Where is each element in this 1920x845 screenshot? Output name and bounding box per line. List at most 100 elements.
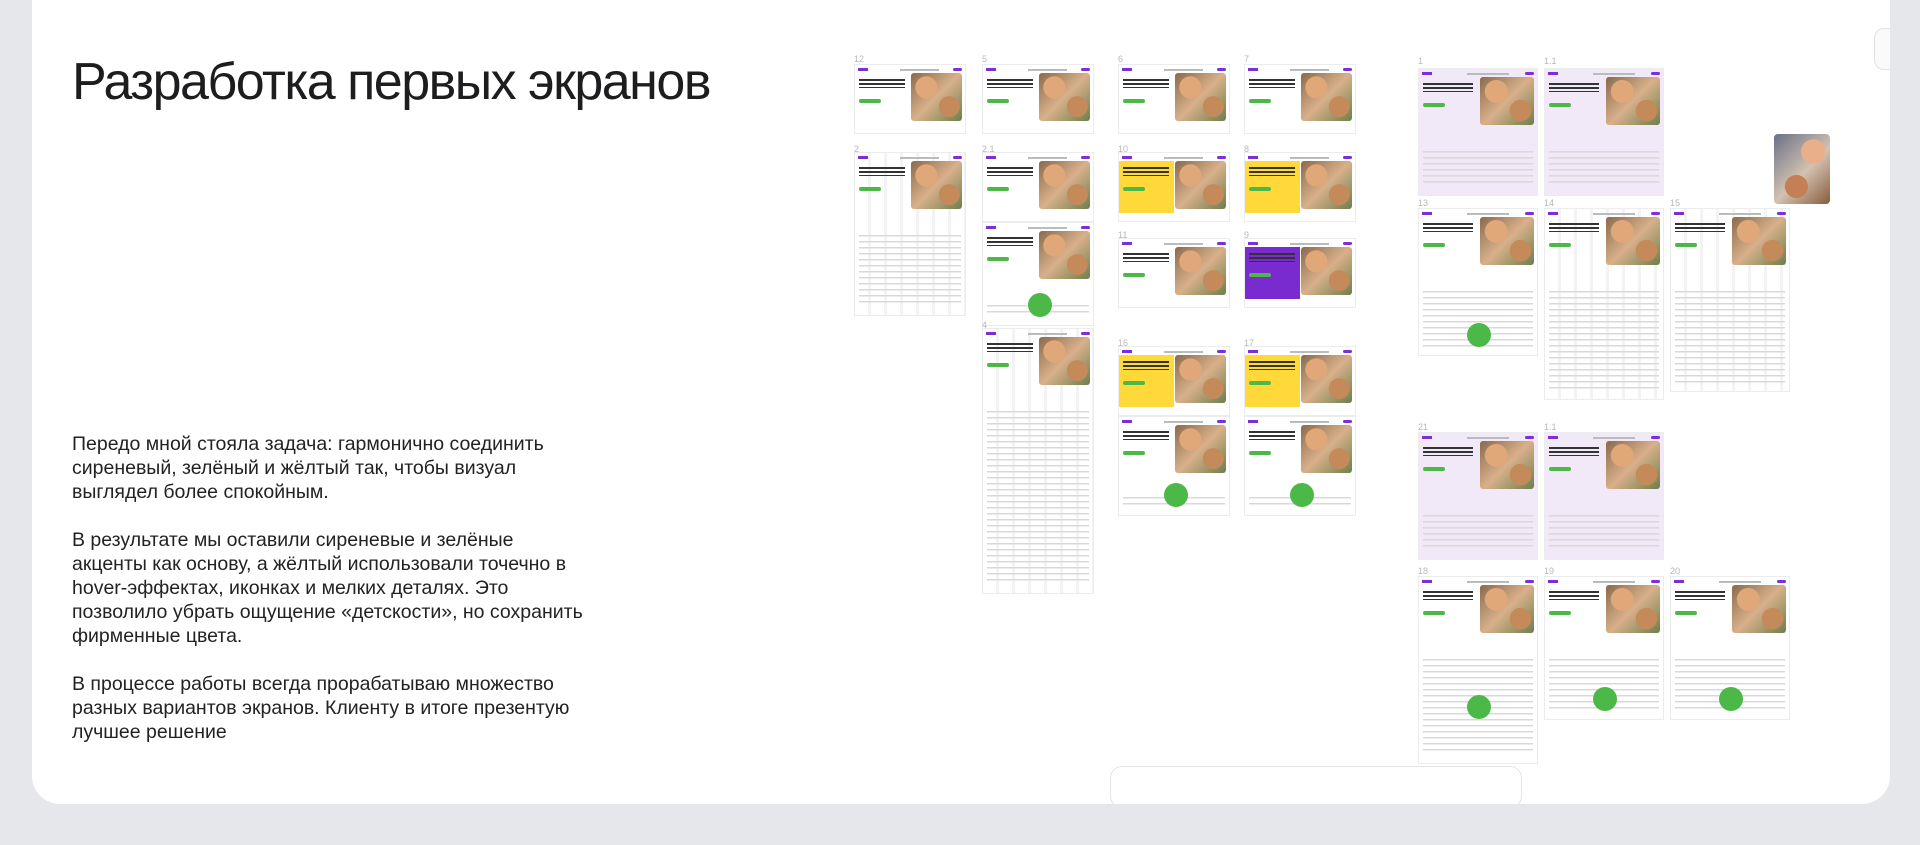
- thumb-hero-text: [1423, 591, 1473, 600]
- thumb-text-lines: [1549, 515, 1659, 551]
- screen-thumbnail: [1418, 208, 1538, 356]
- thumb-cta: [1123, 381, 1145, 385]
- thumb-dots: [1651, 436, 1660, 439]
- thumb-nav: [986, 226, 1090, 230]
- thumb-hero-text: [987, 79, 1034, 88]
- thumb-logo: [1122, 242, 1132, 245]
- thumb-nav: [1248, 68, 1352, 72]
- thumb-logo: [1248, 156, 1258, 159]
- thumbnail-number: 17: [1244, 338, 1255, 348]
- thumbnail-number: 14: [1544, 198, 1555, 208]
- screen-thumbnail: [854, 152, 966, 316]
- thumb-logo: [1422, 212, 1432, 215]
- thumb-dots: [1217, 350, 1226, 353]
- thumb-dots: [953, 156, 962, 159]
- thumb-links: [1027, 227, 1068, 229]
- thumb-photo: [1605, 585, 1660, 633]
- thumb-text-lines: [1549, 151, 1659, 187]
- thumb-dots: [1217, 242, 1226, 245]
- thumb-logo: [1122, 420, 1132, 423]
- thumb-photo: [1301, 355, 1352, 403]
- thumb-dots: [1217, 156, 1226, 159]
- thumb-nav: [858, 68, 962, 72]
- thumb-cta: [1549, 611, 1571, 615]
- thumb-green-circle: [1593, 687, 1617, 711]
- thumb-logo: [1548, 72, 1558, 75]
- thumb-links: [899, 157, 940, 159]
- thumb-photo: [1731, 585, 1786, 633]
- thumb-hero-text: [987, 167, 1034, 176]
- thumb-photo: [1175, 73, 1226, 121]
- thumb-hero-text: [1123, 167, 1170, 176]
- screen-thumbnail: [1418, 432, 1538, 560]
- thumbnail-number: 7: [1244, 54, 1250, 64]
- thumb-links: [1163, 421, 1204, 423]
- thumb-hero-text: [1249, 167, 1296, 176]
- screen-thumbnail: [982, 64, 1094, 134]
- thumb-hero-text: [1423, 83, 1473, 92]
- thumb-logo: [1422, 72, 1432, 75]
- thumb-links: [1027, 333, 1068, 335]
- thumbnail-number: 4: [982, 320, 988, 330]
- thumb-cta: [1123, 273, 1145, 277]
- thumbnail-number: 13: [1418, 198, 1429, 208]
- thumb-photo: [1605, 77, 1660, 125]
- thumb-links: [1592, 581, 1636, 583]
- thumbnail-number: 19: [1544, 566, 1555, 576]
- thumb-nav: [1248, 242, 1352, 246]
- thumb-text-lines: [1423, 515, 1533, 551]
- thumb-text-lines: [1675, 291, 1785, 383]
- thumbnail-number: 12: [854, 54, 865, 64]
- thumb-nav: [1422, 580, 1534, 584]
- thumb-logo: [1248, 68, 1258, 71]
- thumb-dots: [1081, 226, 1090, 229]
- screen-thumbnail: [1244, 416, 1356, 516]
- thumbnail-number: 1.1: [1544, 422, 1557, 432]
- thumb-dots: [1217, 420, 1226, 423]
- thumb-logo: [1548, 580, 1558, 583]
- screen-thumbnail: [1544, 432, 1664, 560]
- thumb-text-lines: [1549, 291, 1659, 391]
- thumb-nav: [1422, 72, 1534, 76]
- side-scroll-handle[interactable]: [1874, 28, 1890, 70]
- thumb-hero-text: [1549, 591, 1599, 600]
- thumb-hero-text: [987, 237, 1034, 246]
- thumb-cta: [1249, 273, 1271, 277]
- thumb-nav: [1548, 72, 1660, 76]
- thumb-logo: [1248, 350, 1258, 353]
- thumb-logo: [1674, 580, 1684, 583]
- thumb-cta: [1423, 611, 1445, 615]
- thumb-links: [1163, 351, 1204, 353]
- screen-thumbnail: [1244, 238, 1356, 308]
- thumb-links: [1466, 73, 1510, 75]
- thumb-logo: [1248, 242, 1258, 245]
- thumb-photo: [911, 161, 962, 209]
- thumb-nav: [1248, 420, 1352, 424]
- screen-thumbnail: [1418, 68, 1538, 196]
- thumbnail-number: 9: [1244, 230, 1250, 240]
- thumb-nav: [1122, 242, 1226, 246]
- thumb-hero-text: [1549, 83, 1599, 92]
- thumb-cta: [1675, 611, 1697, 615]
- thumb-cta: [859, 187, 881, 191]
- screen-thumbnail: [1118, 416, 1230, 516]
- thumb-hero-text: [987, 343, 1034, 352]
- thumb-photo: [1039, 73, 1090, 121]
- thumb-dots: [1525, 212, 1534, 215]
- thumb-cta: [1549, 243, 1571, 247]
- paragraph-result: В результате мы оставили сиреневые и зел…: [72, 529, 583, 647]
- thumb-cta: [1423, 243, 1445, 247]
- thumb-hero-text: [1123, 431, 1170, 440]
- thumb-hero-text: [1549, 223, 1599, 232]
- thumb-links: [1027, 157, 1068, 159]
- thumb-cta: [859, 99, 881, 103]
- thumb-logo: [1122, 350, 1132, 353]
- thumb-links: [1592, 437, 1636, 439]
- screen-thumbnail: [1544, 68, 1664, 196]
- thumb-green-circle: [1467, 323, 1491, 347]
- thumb-hero-text: [1675, 223, 1725, 232]
- thumb-photo: [1479, 217, 1534, 265]
- thumb-dots: [1343, 420, 1352, 423]
- thumb-cta: [1675, 243, 1697, 247]
- thumb-hero-text: [1675, 591, 1725, 600]
